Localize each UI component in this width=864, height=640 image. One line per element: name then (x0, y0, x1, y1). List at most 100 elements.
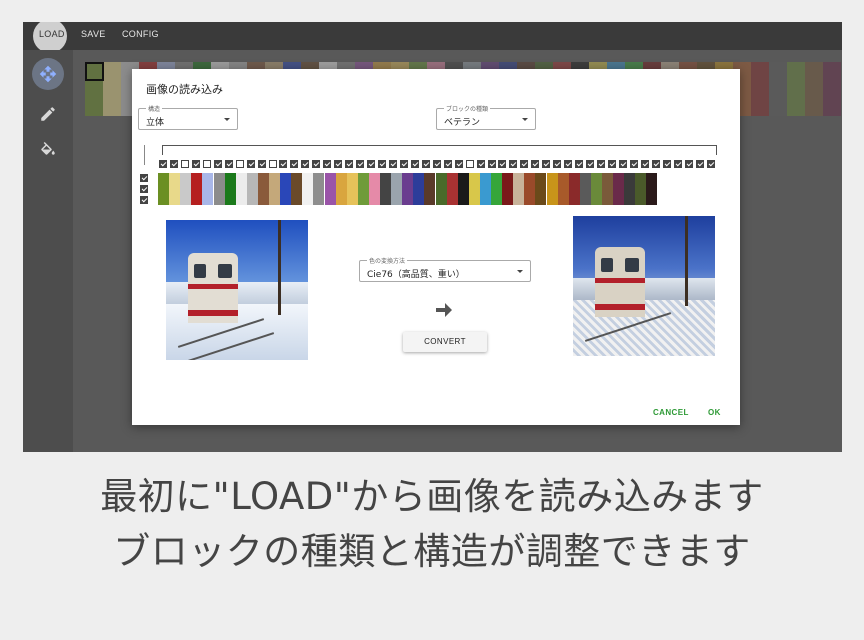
palette-column-checkbox[interactable] (695, 160, 704, 168)
palette-column-checkbox[interactable] (323, 160, 332, 168)
original-image (166, 220, 308, 360)
palette-column-checkbox[interactable] (432, 160, 441, 168)
palette-column-checkbox[interactable] (312, 160, 321, 168)
palette-swatch (246, 173, 258, 205)
palette-swatch (324, 173, 336, 205)
caption-line-2: ブロックの種類と構造が調整できます (113, 530, 751, 573)
palette-column-checkbox[interactable] (345, 160, 354, 168)
move-tool-button[interactable] (32, 58, 64, 90)
pencil-tool-button[interactable] (32, 98, 64, 130)
load-button[interactable]: LOAD (39, 29, 65, 39)
structure-select[interactable]: 構造 立体 (138, 104, 238, 130)
palette-swatch (191, 173, 203, 205)
palette-column-checkbox[interactable] (586, 160, 595, 168)
palette-column-checkbox[interactable] (180, 160, 189, 168)
palette-swatch (302, 173, 314, 205)
palette-swatch (479, 173, 491, 205)
canvas-block (103, 62, 121, 80)
palette-column-checkbox[interactable] (607, 160, 616, 168)
palette-column-checkbox[interactable] (564, 160, 573, 168)
color-method-select-value: Cie76（高品質、重い） (367, 270, 465, 280)
palette-swatch (380, 173, 391, 205)
palette-column-checkbox[interactable] (553, 160, 562, 168)
canvas-block (769, 98, 787, 116)
palette-row-checkbox[interactable] (140, 185, 148, 193)
canvas-block (823, 62, 841, 80)
palette-column-checkbox[interactable] (476, 160, 485, 168)
block-type-select[interactable]: ブロックの種類 ベテラン (436, 104, 536, 130)
palette-column-checkbox[interactable] (662, 160, 671, 168)
convert-button[interactable]: CONVERT (403, 332, 487, 352)
palette-column-checkbox[interactable] (378, 160, 386, 168)
palette-column-checkbox[interactable] (356, 160, 365, 168)
palette-row-checkbox[interactable] (140, 196, 148, 204)
chevron-down-icon (224, 118, 230, 121)
palette-column-checkbox[interactable] (454, 160, 463, 168)
block-type-select-label: ブロックの種類 (444, 104, 491, 113)
palette-column-checkbox[interactable] (651, 160, 660, 168)
config-button[interactable]: CONFIG (122, 29, 159, 39)
palette-column-checkbox[interactable] (465, 160, 474, 168)
palette-column-checkbox[interactable] (531, 160, 540, 168)
canvas-block (823, 98, 841, 116)
arrow-right-icon (436, 303, 452, 317)
palette-swatch (368, 173, 380, 205)
palette-column-checkbox[interactable] (618, 160, 627, 168)
palette-column-checkbox[interactable] (224, 160, 233, 168)
palette-column-checkbox[interactable] (246, 160, 255, 168)
palette-column-checkbox[interactable] (421, 160, 430, 168)
converted-image (573, 216, 715, 356)
palette-column-checkbox[interactable] (509, 160, 518, 168)
save-button[interactable]: SAVE (81, 29, 106, 39)
palette-swatch (546, 173, 558, 205)
palette-column-checkbox[interactable] (443, 160, 452, 168)
palette-column-checkbox[interactable] (169, 160, 178, 168)
palette-column-checkbox[interactable] (202, 160, 211, 168)
palette-column-checkbox[interactable] (301, 160, 310, 168)
pencil-icon (41, 107, 55, 121)
palette-column-checkbox[interactable] (279, 160, 288, 168)
palette-column-checkbox[interactable] (334, 160, 343, 168)
palette-column-checkbox[interactable] (191, 160, 200, 168)
palette-column-checkbox[interactable] (673, 160, 682, 168)
palette-column-checkbox[interactable] (290, 160, 299, 168)
palette-column-checkbox[interactable] (399, 160, 408, 168)
palette-column-checkbox[interactable] (575, 160, 584, 168)
palette-swatch (457, 173, 469, 205)
palette-column-checkbox[interactable] (159, 160, 167, 168)
palette-column-checkbox[interactable] (213, 160, 222, 168)
palette-swatch (446, 173, 458, 205)
canvas-block (805, 98, 823, 116)
palette-column-checkbox[interactable] (487, 160, 496, 168)
palette-column-checkbox[interactable] (257, 160, 266, 168)
palette-column-checkbox[interactable] (684, 160, 693, 168)
ok-button[interactable]: OK (708, 408, 721, 417)
app-window: LOAD SAVE CONFIG 画像の読み込み 構造 立体 ブロックの種類 ベ… (23, 22, 842, 452)
palette-column-checkbox[interactable] (410, 160, 419, 168)
palette-column-checkbox[interactable] (629, 160, 638, 168)
palette-column-checkbox[interactable] (235, 160, 244, 168)
palette-row-checkbox[interactable] (140, 174, 148, 182)
dialog-title: 画像の読み込み (146, 83, 223, 96)
palette-column-checkbox[interactable] (268, 160, 277, 168)
palette-column-checkbox[interactable] (498, 160, 507, 168)
caption-line-1: 最初に"LOAD"から画像を読み込みます (100, 475, 764, 518)
palette-column-checkbox[interactable] (597, 160, 605, 168)
palette-swatch (613, 173, 625, 205)
palette-swatch (513, 173, 525, 205)
palette-swatch (202, 173, 214, 205)
palette-swatch (402, 173, 414, 205)
fill-tool-button[interactable] (32, 135, 64, 167)
palette-swatch (413, 173, 425, 205)
palette-column-checkbox[interactable] (367, 160, 376, 168)
palette-swatch (624, 173, 636, 205)
color-method-select[interactable]: 色の変換方法 Cie76（高品質、重い） (359, 256, 531, 282)
palette-column-checkbox[interactable] (706, 160, 715, 168)
cancel-button[interactable]: CANCEL (653, 408, 689, 417)
canvas-block (787, 98, 805, 116)
palette-column-checkbox[interactable] (388, 160, 397, 168)
palette-column-checkbox[interactable] (640, 160, 649, 168)
palette-swatch (335, 173, 347, 205)
palette-column-checkbox[interactable] (520, 160, 529, 168)
palette-column-checkbox[interactable] (542, 160, 551, 168)
